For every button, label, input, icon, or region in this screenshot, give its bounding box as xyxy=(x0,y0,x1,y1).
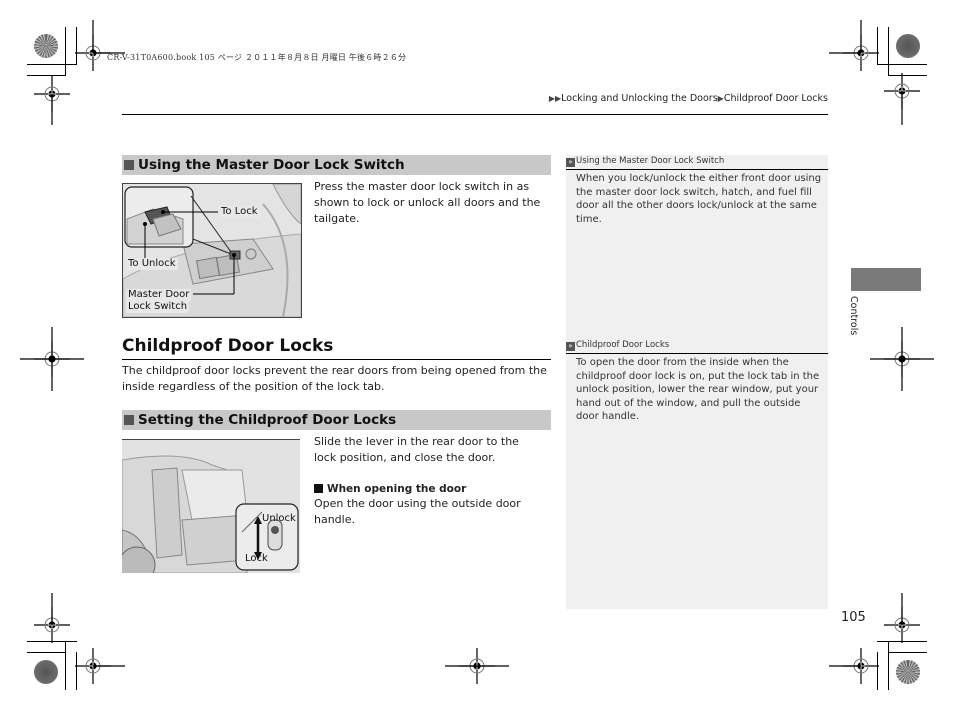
square-bullet-icon xyxy=(124,160,134,170)
crosshair-icon xyxy=(883,72,921,110)
chapter-tab[interactable] xyxy=(851,268,921,291)
callout-master-switch-line2: Lock Switch xyxy=(126,301,190,313)
registration-rosette-icon xyxy=(896,34,920,58)
double-triangle-right-icon: ▶▶ xyxy=(548,94,562,103)
breadcrumb-item[interactable]: Childproof Door Locks xyxy=(724,93,828,104)
callout-lock: Lock xyxy=(245,553,268,564)
note-title-master-switch: » Using the Master Door Lock Switch xyxy=(566,156,828,170)
crosshair-icon xyxy=(33,75,71,113)
crosshair-icon xyxy=(842,34,880,72)
breadcrumb: ▶▶Locking and Unlocking the Doors▶Childp… xyxy=(549,93,828,104)
file-header: CR-V-31T0A600.book 105 ページ ２０１１年８月８日 月曜日… xyxy=(107,53,407,62)
registration-rosette-icon xyxy=(34,34,58,58)
section-heading-master-switch: Using the Master Door Lock Switch xyxy=(122,155,551,175)
crosshair-icon xyxy=(74,647,112,685)
when-opening-text: Open the door using the outside door han… xyxy=(314,497,521,526)
note-title-childproof: » Childproof Door Locks xyxy=(566,340,828,354)
title-rule xyxy=(122,359,551,360)
chapter-intro: The childproof door locks prevent the re… xyxy=(122,364,547,393)
chapter-tab-label: Controls xyxy=(848,296,859,336)
page-title: Childproof Door Locks xyxy=(122,336,334,356)
breadcrumb-item[interactable]: Locking and Unlocking the Doors xyxy=(561,93,718,104)
callout-master-switch-line1: Master Door xyxy=(126,289,192,301)
crosshair-icon xyxy=(458,647,496,685)
note-text-childproof: To open the door from the inside when th… xyxy=(576,357,820,422)
callout-to-lock: To Lock xyxy=(219,206,260,218)
double-arrow-ref-icon: » xyxy=(566,158,575,167)
double-arrow-ref-icon: » xyxy=(566,342,575,351)
header-rule xyxy=(122,114,828,115)
master-switch-figure: To Lock To Unlock Master Door Lock Switc… xyxy=(122,183,302,318)
subheading-when-opening: When opening the door xyxy=(314,481,466,497)
square-bullet-icon xyxy=(124,415,134,425)
crosshair-icon xyxy=(33,606,71,644)
note-text-master-switch: When you lock/unlock the either front do… xyxy=(576,173,822,225)
rear-door-illustration xyxy=(122,440,300,573)
callout-unlock: Unlock xyxy=(262,513,296,524)
crosshair-icon xyxy=(842,647,880,685)
registration-rosette-icon xyxy=(34,660,58,684)
section-heading-setting-childproof: Setting the Childproof Door Locks xyxy=(122,410,551,430)
registration-rosette-icon xyxy=(896,660,920,684)
page-number: 105 xyxy=(841,610,866,625)
setting-childproof-text: Slide the lever in the rear door to the … xyxy=(314,435,519,464)
crosshair-icon xyxy=(883,340,921,378)
crosshair-icon xyxy=(33,340,71,378)
crosshair-icon xyxy=(883,606,921,644)
callout-to-unlock: To Unlock xyxy=(126,258,178,270)
master-switch-text: Press the master door lock switch in as … xyxy=(314,180,541,225)
square-bullet-icon xyxy=(314,484,323,493)
crosshair-icon xyxy=(74,34,112,72)
childproof-lock-figure: Unlock Lock xyxy=(122,439,300,573)
